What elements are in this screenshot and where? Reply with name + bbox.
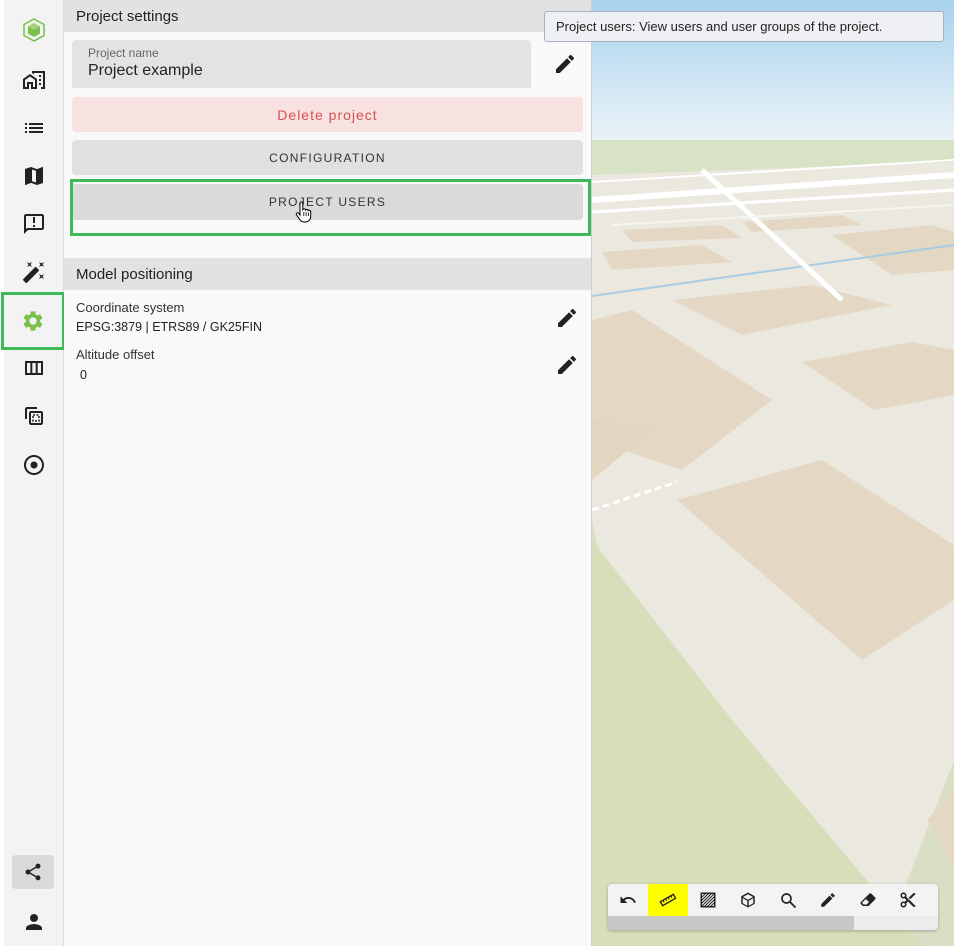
coordinate-system-value: EPSG:3879 | ETRS89 / GK25FIN <box>76 320 262 334</box>
altitude-offset-value: 0 <box>80 368 87 382</box>
list-icon <box>25 123 43 133</box>
compare-icon <box>25 407 43 425</box>
logo-icon <box>23 18 45 42</box>
coordinate-system-label: Coordinate system <box>76 300 185 315</box>
hatch-tool-button[interactable] <box>688 884 728 916</box>
share-icon <box>25 863 41 881</box>
configuration-button[interactable]: CONFIGURATION <box>72 140 583 175</box>
eraser-tool-button[interactable] <box>848 884 888 916</box>
columns-icon <box>25 361 43 375</box>
target-icon <box>24 455 44 475</box>
pencil-icon <box>558 308 577 327</box>
app-logo[interactable] <box>4 8 64 52</box>
project-name-value: Project example <box>88 62 203 79</box>
toolbar-scrollbar-thumb[interactable] <box>608 916 854 930</box>
map-toolbar <box>608 884 938 930</box>
person-icon <box>26 914 42 930</box>
scissors-icon <box>900 892 916 908</box>
nav-compare[interactable] <box>4 394 64 438</box>
nav-settings[interactable] <box>1 292 65 350</box>
pen-icon <box>821 893 835 907</box>
toolbar-scrollbar-track[interactable] <box>854 916 938 930</box>
edit-project-name-button[interactable] <box>553 52 577 76</box>
settings-panel: Project settings Project name Project ex… <box>64 0 592 946</box>
user-account-button[interactable] <box>4 900 64 944</box>
undo-tool-button[interactable] <box>608 884 648 916</box>
project-users-tooltip: Project users: View users and user group… <box>544 11 944 42</box>
nav-feedback[interactable] <box>4 202 64 246</box>
nav-tools[interactable] <box>4 250 64 294</box>
nav-map[interactable] <box>4 154 64 198</box>
project-name-label: Project name <box>88 46 159 60</box>
ruler-icon <box>659 893 677 907</box>
project-name-field[interactable]: Project name Project example <box>72 40 531 88</box>
undo-icon <box>620 896 636 903</box>
map-icon <box>25 167 43 185</box>
model-positioning-header: Model positioning <box>64 258 591 290</box>
zoom-search-tool-button[interactable] <box>768 884 808 916</box>
nav-layers-list[interactable] <box>4 106 64 150</box>
nav-target[interactable] <box>4 443 64 487</box>
project-settings-header: Project settings <box>64 0 591 32</box>
edit-altitude-offset-button[interactable] <box>555 353 579 377</box>
pencil-icon <box>558 355 577 374</box>
pencil-icon <box>556 54 575 73</box>
cube-icon <box>741 892 755 908</box>
hatch-icon <box>700 892 716 908</box>
map-canvas <box>592 0 954 946</box>
draw-tool-button[interactable] <box>808 884 848 916</box>
cut-tool-button[interactable] <box>888 884 928 916</box>
buildings-icon <box>23 71 45 89</box>
eraser-icon <box>860 893 876 906</box>
magic-wand-icon <box>22 262 44 284</box>
zoom-search-icon <box>781 893 796 908</box>
nav-buildings[interactable] <box>4 58 64 102</box>
feedback-icon <box>24 214 44 234</box>
left-nav-rail <box>1 0 65 946</box>
map-3d-view[interactable] <box>592 0 954 946</box>
cube-tool-button[interactable] <box>728 884 768 916</box>
edit-coordinate-system-button[interactable] <box>555 306 579 330</box>
gear-icon <box>23 311 43 331</box>
project-users-highlight <box>70 179 591 236</box>
measure-tool-button[interactable] <box>648 884 688 916</box>
delete-project-button[interactable]: Delete project <box>72 97 583 132</box>
nav-columns[interactable] <box>4 346 64 390</box>
share-button[interactable] <box>12 855 54 889</box>
altitude-offset-label: Altitude offset <box>76 347 155 362</box>
